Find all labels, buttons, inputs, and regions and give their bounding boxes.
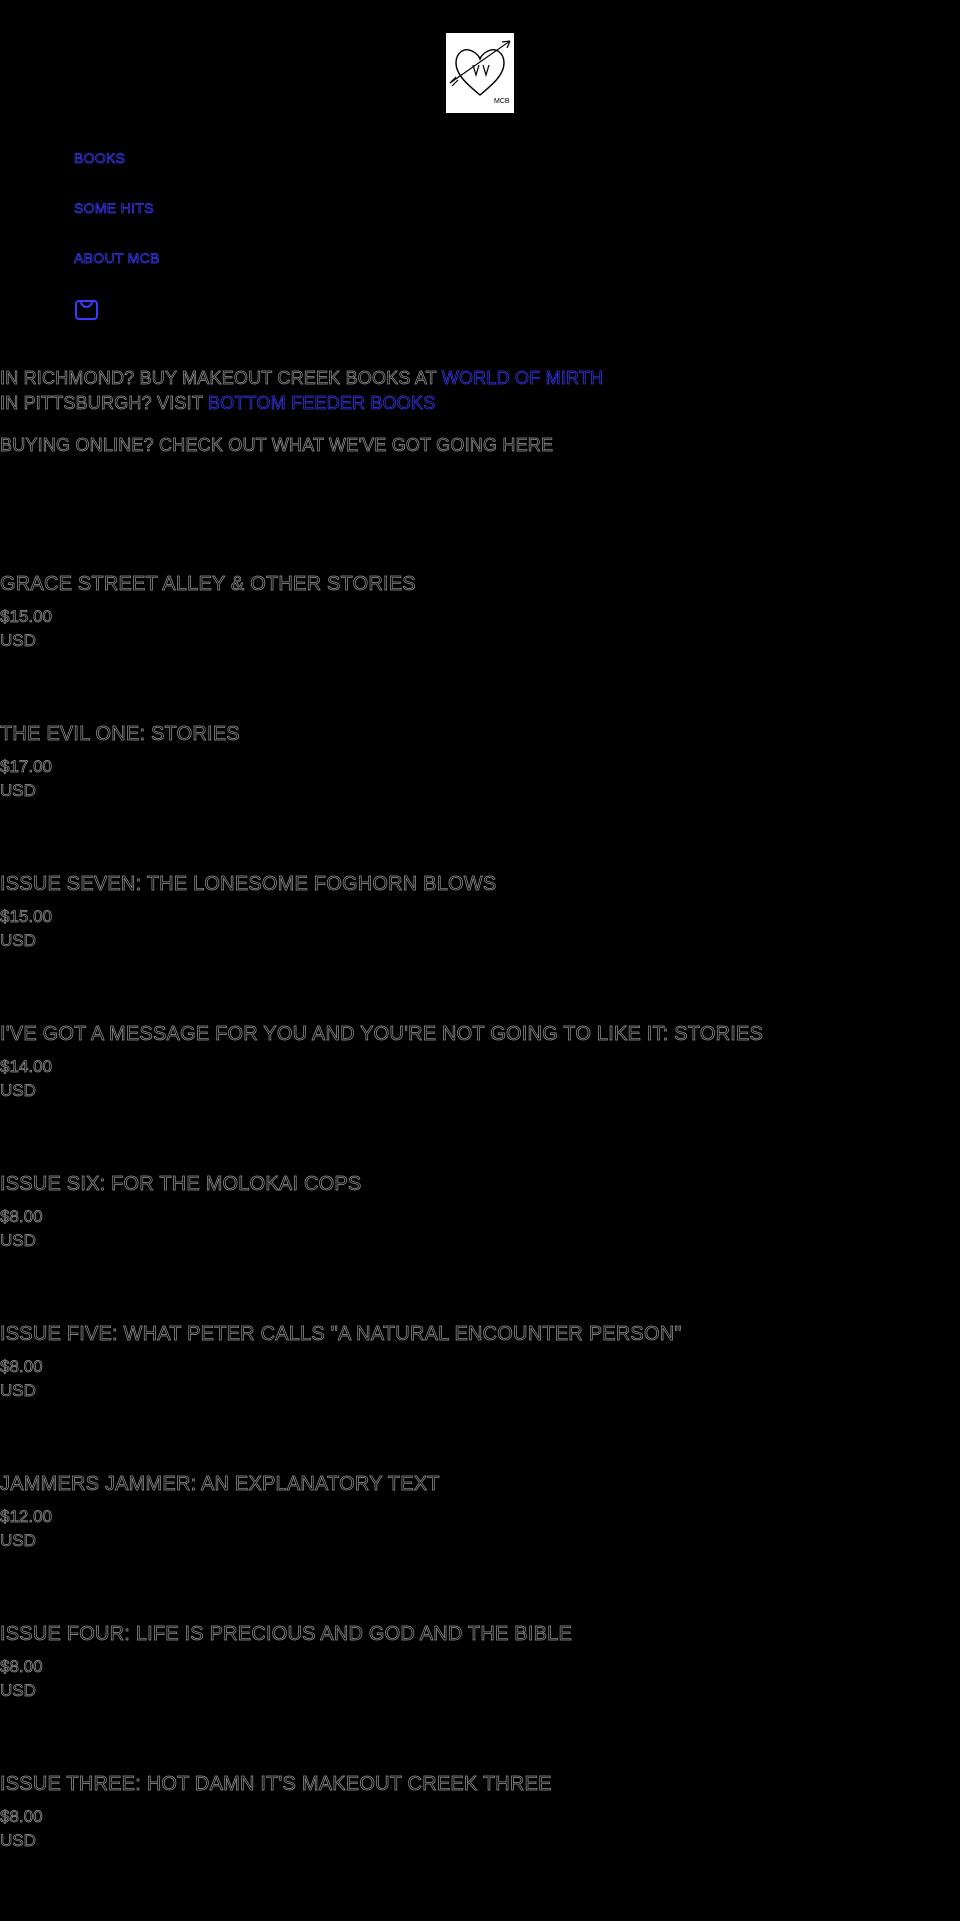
heart-arrow-logo-icon: MCB (449, 40, 511, 105)
product-item[interactable]: JAMMERS JAMMER: AN EXPLANATORY TEXT $12.… (0, 1471, 960, 1621)
product-price: $8.00 (0, 1657, 43, 1677)
pittsburgh-text: IN PITTSBURGH? VISIT (0, 393, 208, 414)
product-title[interactable]: ISSUE FOUR: LIFE IS PRECIOUS AND GOD AND… (0, 1621, 960, 1647)
product-price: $12.00 (0, 1507, 52, 1527)
product-price: $14.00 (0, 1057, 52, 1077)
product-currency: USD (0, 1231, 36, 1251)
product-currency: USD (0, 631, 36, 651)
product-title[interactable]: ISSUE SEVEN: THE LONESOME FOGHORN BLOWS (0, 871, 960, 897)
product-price: $8.00 (0, 1357, 43, 1377)
product-currency: USD (0, 1531, 36, 1551)
product-currency: USD (0, 1381, 36, 1401)
product-item[interactable]: ISSUE FIVE: WHAT PETER CALLS "A NATURAL … (0, 1321, 960, 1471)
product-title[interactable]: I'VE GOT A MESSAGE FOR YOU AND YOU'RE NO… (0, 1021, 960, 1047)
product-item[interactable]: ISSUE SIX: FOR THE MOLOKAI COPS $8.00 US… (0, 1171, 960, 1321)
nav-books-link[interactable]: BOOKS (74, 148, 160, 198)
shopping-bag-icon (75, 300, 98, 320)
product-item[interactable]: ISSUE THREE: HOT DAMN IT'S MAKEOUT CREEK… (0, 1771, 960, 1921)
product-list: GRACE STREET ALLEY & OTHER STORIES $15.0… (0, 571, 960, 1921)
product-title[interactable]: JAMMERS JAMMER: AN EXPLANATORY TEXT (0, 1471, 960, 1497)
site-logo[interactable]: MCB (446, 33, 514, 113)
bottom-feeder-books-link[interactable]: BOTTOM FEEDER BOOKS (208, 393, 436, 414)
product-title[interactable]: ISSUE THREE: HOT DAMN IT'S MAKEOUT CREEK… (0, 1771, 960, 1797)
product-currency: USD (0, 1681, 36, 1701)
product-item[interactable]: ISSUE SEVEN: THE LONESOME FOGHORN BLOWS … (0, 871, 960, 1021)
richmond-text: IN RICHMOND? BUY MAKEOUT CREEK BOOKS AT (0, 368, 442, 389)
product-currency: USD (0, 931, 36, 951)
product-title[interactable]: ISSUE FIVE: WHAT PETER CALLS "A NATURAL … (0, 1321, 960, 1347)
product-price: $15.00 (0, 607, 52, 627)
product-item[interactable]: I'VE GOT A MESSAGE FOR YOU AND YOU'RE NO… (0, 1021, 960, 1171)
product-price: $8.00 (0, 1207, 43, 1227)
product-title[interactable]: ISSUE SIX: FOR THE MOLOKAI COPS (0, 1171, 960, 1197)
main-nav: BOOKS SOME HITS ABOUT MCB (74, 148, 160, 322)
product-title[interactable]: THE EVIL ONE: STORIES (0, 721, 960, 747)
nav-some-hits-link[interactable]: SOME HITS (74, 198, 160, 248)
product-title[interactable]: GRACE STREET ALLEY & OTHER STORIES (0, 571, 960, 597)
product-price: $17.00 (0, 757, 52, 777)
richmond-line: IN RICHMOND? BUY MAKEOUT CREEK BOOKS AT … (0, 366, 603, 391)
world-of-mirth-link[interactable]: WORLD OF MIRTH (441, 368, 603, 389)
product-item[interactable]: THE EVIL ONE: STORIES $17.00 USD (0, 721, 960, 871)
product-price: $15.00 (0, 907, 52, 927)
buying-online-text: BUYING ONLINE? CHECK OUT WHAT WE'VE GOT … (0, 435, 554, 456)
product-item[interactable]: GRACE STREET ALLEY & OTHER STORIES $15.0… (0, 571, 960, 721)
product-item[interactable]: ISSUE FOUR: LIFE IS PRECIOUS AND GOD AND… (0, 1621, 960, 1771)
product-price: $8.00 (0, 1807, 43, 1827)
store-notice: IN RICHMOND? BUY MAKEOUT CREEK BOOKS AT … (0, 366, 603, 458)
product-currency: USD (0, 781, 36, 801)
product-currency: USD (0, 1081, 36, 1101)
nav-about-link[interactable]: ABOUT MCB (74, 248, 160, 298)
pittsburgh-line: IN PITTSBURGH? VISIT BOTTOM FEEDER BOOKS (0, 391, 603, 416)
product-currency: USD (0, 1831, 36, 1851)
cart-button[interactable] (74, 296, 160, 322)
logo-initials: MCB (494, 98, 510, 105)
